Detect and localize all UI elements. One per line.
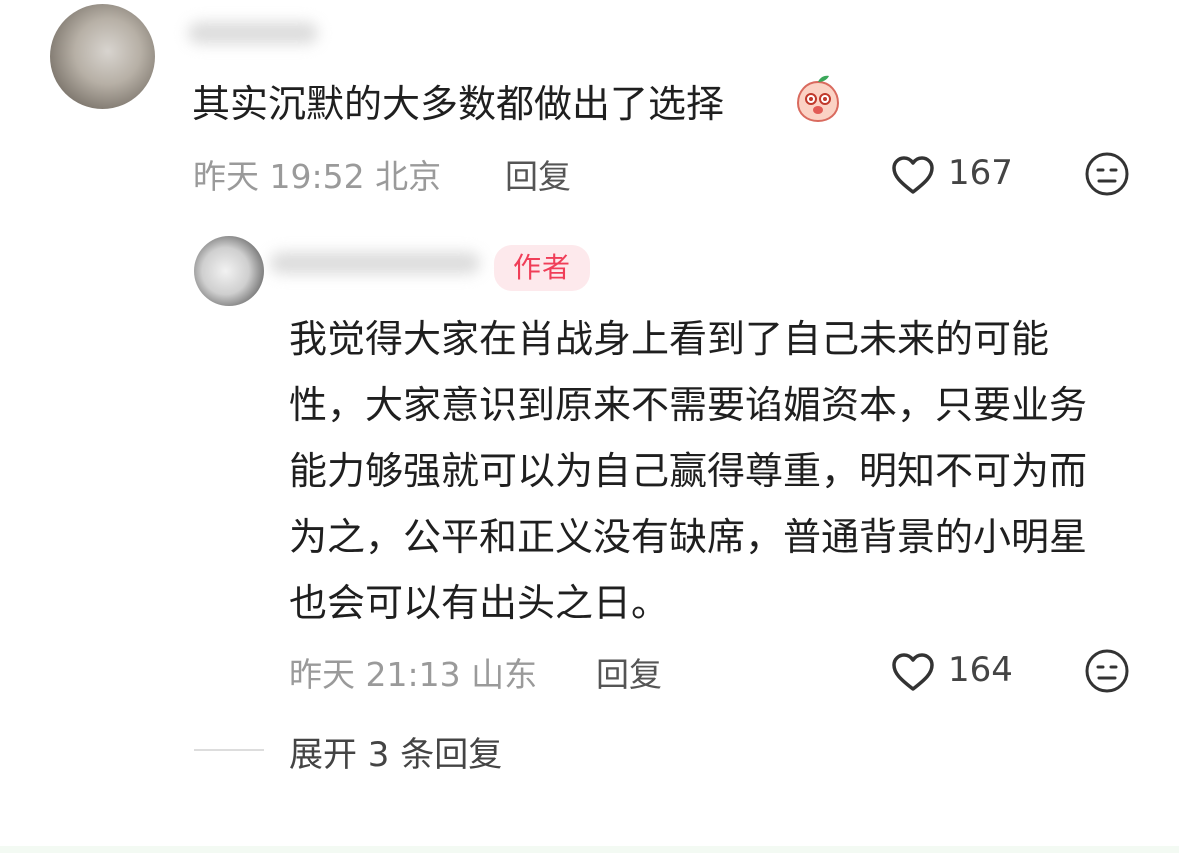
avatar[interactable] [194, 236, 264, 306]
heart-icon[interactable] [890, 154, 936, 196]
heart-icon[interactable] [890, 651, 936, 693]
reply-button[interactable]: 回复 [505, 150, 571, 198]
dislike-face-icon[interactable] [1084, 151, 1130, 197]
avatar[interactable] [50, 4, 155, 109]
peach-face-icon [796, 75, 840, 123]
comment-text: 我觉得大家在肖战身上看到了自己未来的可能性，大家意识到原来不需要谄媚资本，只要业… [289, 317, 1088, 625]
comment-meta: 昨天 19:52 北京 [193, 157, 442, 196]
comment-text: 其实沉默的大多数都做出了选择 [192, 82, 725, 126]
expand-replies-button[interactable]: 展开 3 条回复 [289, 727, 502, 776]
divider [194, 749, 264, 751]
reply-button[interactable]: 回复 [596, 648, 662, 696]
like-count: 164 [948, 650, 1013, 690]
comment-meta: 昨天 21:13 山东 [289, 655, 538, 694]
bottom-divider [0, 846, 1179, 853]
dislike-face-icon[interactable] [1084, 648, 1130, 694]
like-count: 167 [948, 153, 1013, 193]
author-badge: 作者 [494, 245, 590, 291]
username-blurred[interactable] [188, 22, 318, 44]
username-blurred[interactable] [270, 252, 480, 274]
